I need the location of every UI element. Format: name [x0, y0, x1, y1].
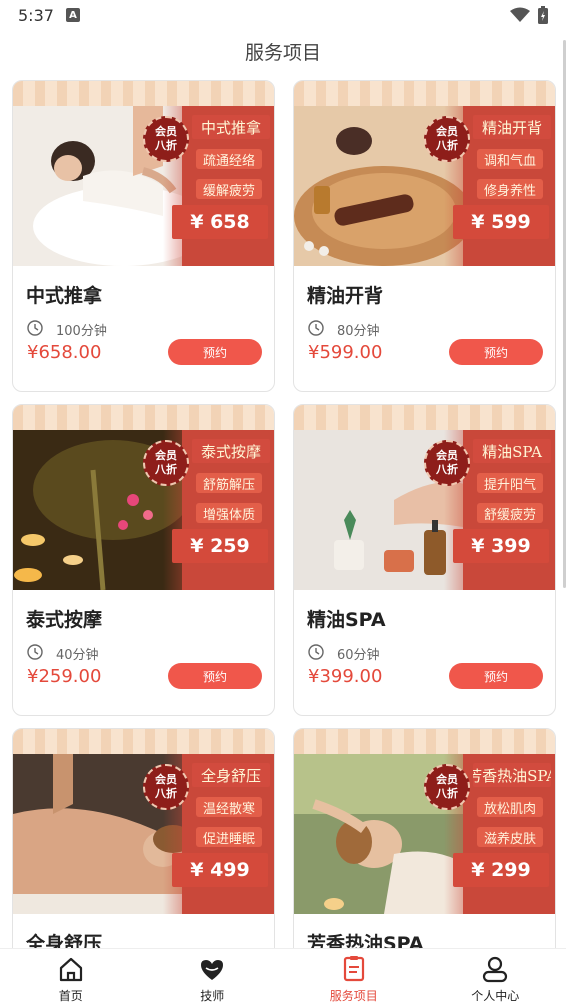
badge-line: 八折	[436, 463, 458, 476]
banner-tag: 温经散寒	[196, 797, 262, 817]
service-price: ¥658.00	[27, 342, 102, 363]
service-banner: 会员 八折 精油SPA 提升阳气 舒缓疲劳 ¥ 399	[294, 405, 555, 590]
banner-title: 精油SPA	[473, 439, 551, 463]
nav-item-technician[interactable]: 技师	[142, 949, 284, 1008]
banner-price: ¥ 499	[172, 853, 268, 887]
banner-price: ¥ 259	[172, 529, 268, 563]
member-discount-badge: 会员 八折	[424, 440, 470, 486]
service-duration: 80分钟	[337, 324, 380, 339]
service-card[interactable]: 会员 八折 泰式按摩 舒筋解压 增强体质 ¥ 259 泰式按摩 40分钟 ¥25…	[12, 404, 275, 716]
book-button[interactable]: 预约	[168, 339, 262, 365]
bottom-nav: 首页 技师 服务项目 个人中心	[0, 948, 566, 1008]
service-banner: 会员 八折 精油开背 调和气血 修身养性 ¥ 599	[294, 81, 555, 266]
book-button[interactable]: 预约	[168, 663, 262, 689]
service-banner: 会员 八折 中式推拿 疏通经络 缓解疲劳 ¥ 658	[13, 81, 274, 266]
banner-tag: 增强体质	[196, 503, 262, 523]
banner-tag: 疏通经络	[196, 149, 262, 169]
service-banner: 会员 八折 全身舒压 温经散寒 促进睡眠 ¥ 499	[13, 729, 274, 914]
service-name: 精油开背	[307, 285, 384, 307]
nav-label: 服务项目	[329, 988, 378, 1003]
badge-line: 八折	[155, 787, 177, 800]
service-price: ¥259.00	[27, 666, 102, 687]
technician-icon	[201, 959, 224, 980]
badge-line: 八折	[436, 139, 458, 152]
clock-icon	[27, 320, 43, 336]
banner-title: 全身舒压	[192, 763, 270, 787]
badge-line: 八折	[155, 463, 177, 476]
banner-tag: 舒筋解压	[196, 473, 262, 493]
clock-icon	[27, 644, 43, 660]
member-discount-badge: 会员 八折	[424, 764, 470, 810]
service-price: ¥399.00	[308, 666, 383, 687]
nav-item-home[interactable]: 首页	[0, 949, 142, 1008]
banner-tag: 修身养性	[477, 179, 543, 199]
service-card[interactable]: 会员 八折 精油开背 调和气血 修身养性 ¥ 599 精油开背 80分钟 ¥59…	[293, 80, 556, 392]
banner-tag: 调和气血	[477, 149, 543, 169]
service-banner: 会员 八折 泰式按摩 舒筋解压 增强体质 ¥ 259	[13, 405, 274, 590]
banner-price: ¥ 658	[172, 205, 268, 239]
badge-line: 会员	[155, 449, 177, 462]
clock-icon	[308, 644, 324, 660]
member-discount-badge: 会员 八折	[424, 116, 470, 162]
banner-title: 泰式按摩	[192, 439, 270, 463]
nav-item-profile[interactable]: 个人中心	[425, 949, 566, 1008]
nav-item-services[interactable]: 服务项目	[283, 949, 425, 1008]
service-price: ¥599.00	[308, 342, 383, 363]
book-button[interactable]: 预约	[449, 663, 543, 689]
banner-title: 精油开背	[473, 115, 551, 139]
member-discount-badge: 会员 八折	[143, 440, 189, 486]
page-title: 服务项目	[244, 42, 321, 64]
badge-line: 会员	[436, 773, 458, 786]
banner-tag: 提升阳气	[477, 473, 543, 493]
banner-tag: 舒缓疲劳	[477, 503, 543, 523]
service-duration: 40分钟	[56, 648, 99, 663]
service-list-icon	[343, 955, 364, 981]
book-button[interactable]: 预约	[449, 339, 543, 365]
notification-icon: A	[65, 8, 80, 22]
member-discount-badge: 会员 八折	[143, 116, 189, 162]
badge-line: 八折	[155, 139, 177, 152]
banner-price: ¥ 299	[453, 853, 549, 887]
service-name: 泰式按摩	[26, 609, 103, 631]
profile-icon	[483, 956, 508, 982]
service-banner: 会员 八折 芳香热油SPA 放松肌肉 滋养皮肤 ¥ 299	[294, 729, 555, 914]
service-duration: 100分钟	[56, 324, 107, 339]
nav-label: 首页	[58, 988, 83, 1003]
status-time: 5:37	[18, 5, 54, 25]
wifi-icon	[510, 7, 530, 22]
clock-icon	[308, 320, 324, 336]
banner-tag: 滋养皮肤	[477, 827, 543, 847]
badge-line: 会员	[155, 125, 177, 138]
badge-line: 会员	[436, 125, 458, 138]
banner-tag: 放松肌肉	[477, 797, 543, 817]
badge-line: 会员	[436, 449, 458, 462]
banner-tag: 缓解疲劳	[196, 179, 262, 199]
service-card[interactable]: 会员 八折 中式推拿 疏通经络 缓解疲劳 ¥ 658 中式推拿 100分钟 ¥6…	[12, 80, 275, 392]
banner-price: ¥ 399	[453, 529, 549, 563]
badge-line: 八折	[436, 787, 458, 800]
home-icon	[59, 957, 82, 981]
nav-label: 个人中心	[471, 988, 520, 1003]
nav-label: 技师	[200, 988, 225, 1003]
battery-icon	[538, 6, 548, 24]
service-card[interactable]: 会员 八折 精油SPA 提升阳气 舒缓疲劳 ¥ 399 精油SPA 60分钟 ¥…	[293, 404, 556, 716]
banner-title: 中式推拿	[192, 115, 270, 139]
banner-title: 芳香热油SPA	[473, 763, 551, 787]
status-bar: 5:37 A	[0, 0, 566, 30]
banner-price: ¥ 599	[453, 205, 549, 239]
service-duration: 60分钟	[337, 648, 380, 663]
service-name: 中式推拿	[26, 285, 103, 307]
banner-tag: 促进睡眠	[196, 827, 262, 847]
member-discount-badge: 会员 八折	[143, 764, 189, 810]
status-icons	[510, 6, 548, 24]
service-name: 精油SPA	[307, 609, 386, 631]
badge-line: 会员	[155, 773, 177, 786]
